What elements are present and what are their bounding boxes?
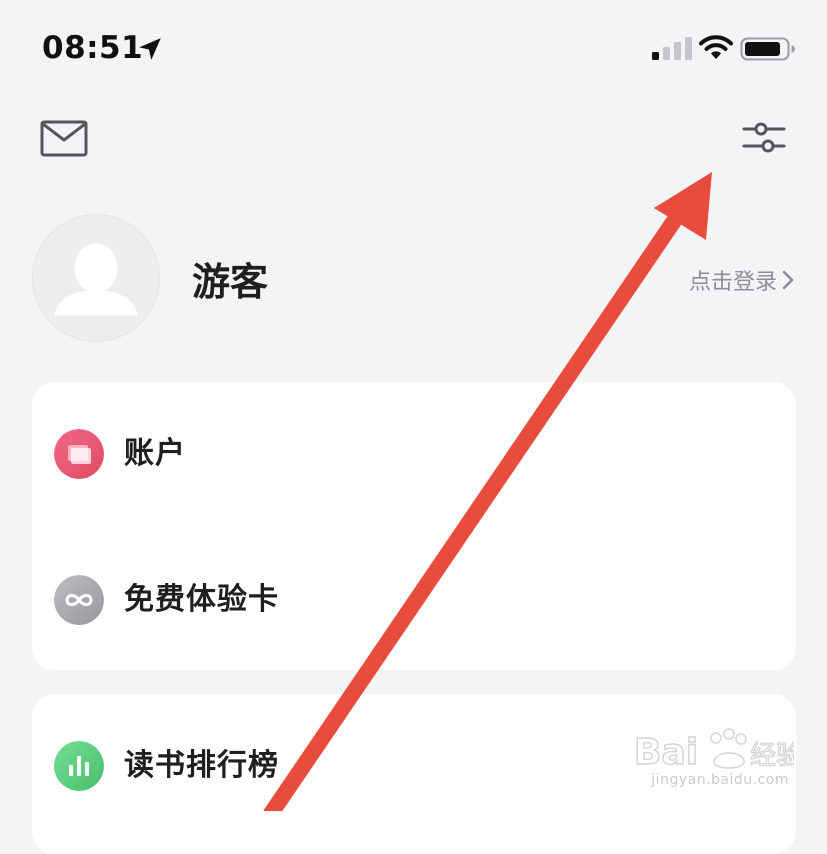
wifi-icon — [699, 35, 733, 59]
watermark-url: jingyan.baidu.com — [651, 772, 789, 788]
battery-icon — [740, 37, 795, 61]
location-arrow-icon — [139, 38, 161, 60]
login-link[interactable]: 点击登录 — [689, 262, 795, 298]
profile-name: 游客 — [192, 259, 269, 304]
status-bar: 08:51 — [0, 0, 827, 96]
login-label: 点击登录 — [688, 270, 777, 295]
default-avatar-icon — [54, 243, 138, 316]
menu-item-account[interactable]: 账户 — [32, 404, 796, 504]
svg-text:经验: 经验 — [750, 741, 794, 771]
infinity-icon — [54, 575, 104, 625]
mail-icon[interactable] — [38, 118, 90, 160]
menu-item-free-trial[interactable]: 免费体验卡 — [32, 550, 796, 650]
settings-sliders-icon[interactable] — [740, 118, 788, 158]
svg-text:Bai: Bai — [634, 732, 698, 773]
menu-card-primary: 账户 免费体验卡 — [32, 382, 796, 670]
avatar[interactable] — [32, 214, 160, 342]
account-icon — [54, 429, 104, 479]
status-time: 08:51 — [42, 30, 144, 66]
chevron-right-icon — [782, 270, 794, 290]
menu-label-account: 账户 — [124, 436, 186, 471]
signal-icon — [652, 37, 692, 60]
menu-label-reading-ranking: 读书排行榜 — [124, 748, 279, 783]
menu-label-free-trial: 免费体验卡 — [124, 582, 279, 617]
ranking-chart-icon — [54, 741, 104, 791]
